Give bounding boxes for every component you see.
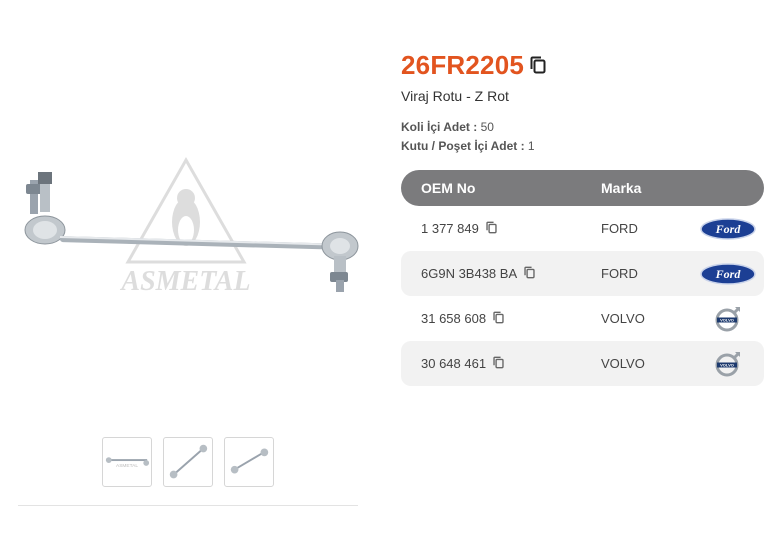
copy-icon[interactable] bbox=[530, 56, 546, 74]
kutu-label: Kutu / Poşet İçi Adet : bbox=[401, 139, 525, 153]
volvo-logo-icon: VOLVO bbox=[691, 305, 764, 333]
gallery-divider bbox=[18, 505, 358, 506]
header-oem: OEM No bbox=[421, 180, 476, 196]
product-main-image[interactable]: ASMETAL bbox=[14, 150, 364, 300]
koli-value: 50 bbox=[480, 120, 494, 134]
table-row: 6G9N 3B438 BA FORD Ford bbox=[401, 251, 764, 296]
oem-number: 31 658 608 bbox=[421, 311, 487, 326]
svg-text:VOLVO: VOLVO bbox=[720, 317, 734, 322]
package-info: Koli İçi Adet : 50 Kutu / Poşet İçi Adet… bbox=[401, 118, 765, 156]
table-row: 30 648 461 VOLVO VOLVO bbox=[401, 341, 764, 386]
asmetal-watermark: ASMETAL bbox=[119, 156, 251, 297]
kutu-value: 1 bbox=[527, 139, 535, 153]
svg-text:Ford: Ford bbox=[714, 222, 741, 236]
koli-label: Koli İçi Adet : bbox=[401, 120, 478, 134]
oem-number: 6G9N 3B438 BA bbox=[421, 266, 518, 281]
svg-text:VOLVO: VOLVO bbox=[720, 362, 734, 367]
oem-table: OEM No Marka 1 377 849 FORD Ford 6G9N 3B… bbox=[401, 170, 764, 386]
svg-text:ASMETAL: ASMETAL bbox=[116, 463, 138, 469]
copy-icon[interactable] bbox=[524, 266, 535, 282]
brand-name: VOLVO bbox=[601, 311, 645, 326]
volvo-logo-icon: VOLVO bbox=[691, 350, 764, 378]
oem-number: 30 648 461 bbox=[421, 356, 487, 371]
thumbnail-strip: ASMETAL bbox=[102, 437, 274, 487]
watermark-text: ASMETAL bbox=[119, 266, 250, 297]
table-row: 1 377 849 FORD Ford bbox=[401, 206, 764, 251]
thumbnail[interactable] bbox=[163, 437, 213, 487]
svg-text:Ford: Ford bbox=[714, 267, 741, 281]
thumbnail[interactable] bbox=[224, 437, 274, 487]
brand-name: FORD bbox=[601, 266, 638, 281]
code-row: 26FR2205 bbox=[401, 48, 765, 82]
brand-name: VOLVO bbox=[601, 356, 645, 371]
part-code: 26FR2205 bbox=[401, 49, 525, 80]
part-name: Viraj Rotu - Z Rot bbox=[401, 88, 509, 104]
brand-name: FORD bbox=[601, 221, 638, 236]
oem-table-header: OEM No Marka bbox=[401, 170, 764, 206]
product-gallery: ASMETAL ASMETAL bbox=[0, 0, 370, 544]
oem-number: 1 377 849 bbox=[421, 221, 479, 236]
product-details: 26FR2205 Viraj Rotu - Z Rot Koli İçi Ade… bbox=[401, 48, 765, 386]
thumbnail[interactable]: ASMETAL bbox=[102, 437, 152, 487]
ford-logo-icon: Ford bbox=[691, 262, 764, 285]
table-row: 31 658 608 VOLVO VOLVO bbox=[401, 296, 764, 341]
copy-icon[interactable] bbox=[493, 356, 504, 372]
header-brand: Marka bbox=[601, 180, 642, 196]
copy-icon[interactable] bbox=[493, 311, 504, 327]
copy-icon[interactable] bbox=[486, 221, 497, 237]
ford-logo-icon: Ford bbox=[691, 217, 764, 240]
